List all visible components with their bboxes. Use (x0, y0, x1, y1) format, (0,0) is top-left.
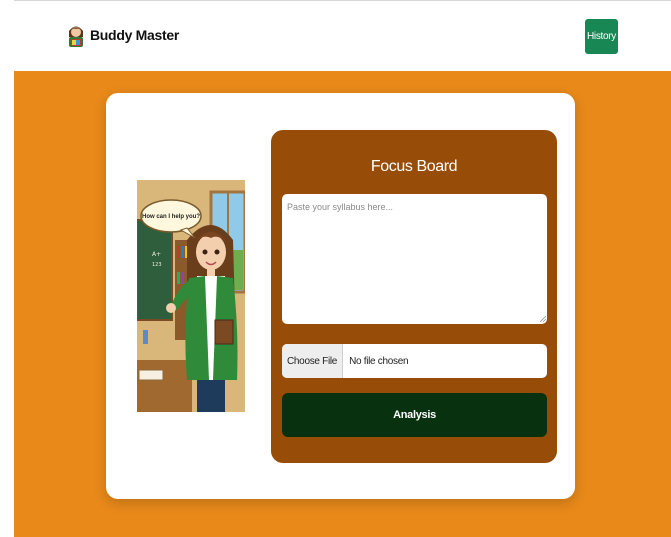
speech-bubble-text: How can I help you? (142, 214, 200, 220)
svg-text:123: 123 (152, 262, 162, 268)
main-card: A+ 123 How can I help you? Focus Board P… (106, 93, 575, 499)
navbar: Buddy Master History (14, 0, 671, 70)
teacher-illustration: A+ 123 How can I help you? (137, 180, 245, 412)
file-input[interactable]: Choose File No file chosen (282, 344, 547, 378)
page-background: A+ 123 How can I help you? Focus Board P… (14, 71, 671, 537)
resize-grip-icon[interactable] (540, 316, 546, 322)
choose-file-button[interactable]: Choose File (282, 344, 344, 378)
focus-board: Focus Board Choose File No file chosen A… (271, 130, 557, 463)
chalkboard-text: A+ (152, 251, 161, 258)
brand[interactable]: Buddy Master (66, 21, 179, 49)
analysis-button[interactable]: Analysis (282, 393, 547, 437)
file-status-text: No file chosen (349, 355, 409, 367)
brand-name: Buddy Master (90, 27, 179, 43)
history-button[interactable]: History (585, 19, 618, 54)
focus-board-title: Focus Board (370, 158, 458, 175)
syllabus-input[interactable] (282, 194, 547, 324)
buddy-master-logo-icon (69, 26, 83, 47)
